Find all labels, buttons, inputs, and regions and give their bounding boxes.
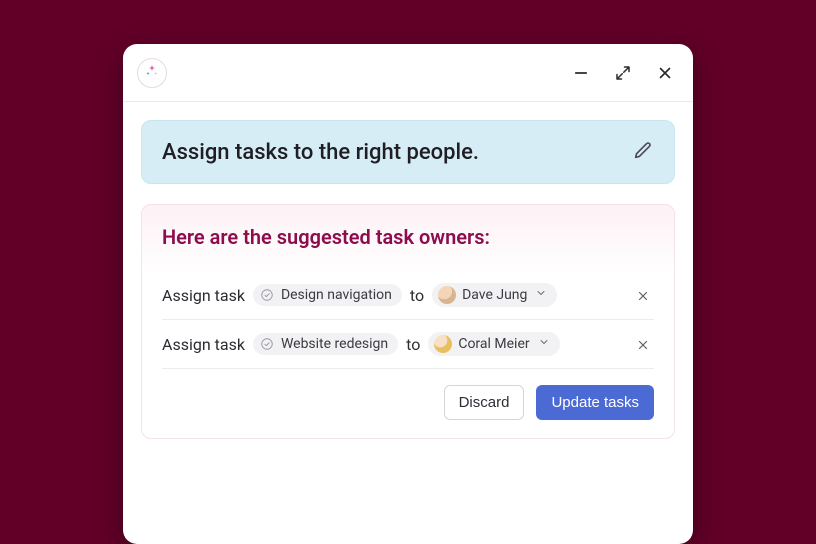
minimize-icon <box>572 64 590 82</box>
avatar <box>438 286 456 304</box>
window-controls <box>571 63 675 83</box>
edit-prompt-button[interactable] <box>632 139 654 165</box>
prompt-card: Assign tasks to the right people. <box>141 120 675 184</box>
assignee-name: Dave Jung <box>462 287 527 303</box>
titlebar <box>123 44 693 102</box>
assignee-name: Coral Meier <box>458 336 529 352</box>
assign-prefix-label: Assign task <box>162 335 245 354</box>
assignee-chip[interactable]: Dave Jung <box>432 283 557 307</box>
remove-row-button[interactable] <box>634 287 652 305</box>
app-logo <box>137 58 167 88</box>
prompt-text: Assign tasks to the right people. <box>162 140 479 165</box>
result-card: Here are the suggested task owners: Assi… <box>141 204 675 439</box>
pencil-icon <box>632 139 654 161</box>
minimize-button[interactable] <box>571 63 591 83</box>
task-name: Design navigation <box>281 287 392 303</box>
assign-prefix-label: Assign task <box>162 286 245 305</box>
chevron-down-icon <box>538 336 550 352</box>
expand-icon <box>614 64 632 82</box>
close-button[interactable] <box>655 63 675 83</box>
to-label: to <box>410 286 424 305</box>
x-icon <box>636 289 650 303</box>
close-icon <box>656 64 674 82</box>
task-chip[interactable]: Website redesign <box>253 333 398 355</box>
sparkle-icon <box>144 63 160 83</box>
action-bar: Discard Update tasks <box>162 385 654 420</box>
task-chip[interactable]: Design navigation <box>253 284 402 306</box>
assignment-row: Assign task Website redesign to Coral Me… <box>162 320 654 369</box>
update-tasks-button[interactable]: Update tasks <box>536 385 654 420</box>
to-label: to <box>406 335 420 354</box>
result-heading: Here are the suggested task owners: <box>162 225 654 249</box>
avatar <box>434 335 452 353</box>
x-icon <box>636 338 650 352</box>
dialog-content: Assign tasks to the right people. Here a… <box>123 102 693 461</box>
task-name: Website redesign <box>281 336 388 352</box>
dialog-window: Assign tasks to the right people. Here a… <box>123 44 693 544</box>
expand-button[interactable] <box>613 63 633 83</box>
chevron-down-icon <box>535 287 547 303</box>
remove-row-button[interactable] <box>634 336 652 354</box>
discard-button[interactable]: Discard <box>444 385 525 420</box>
assignee-chip[interactable]: Coral Meier <box>428 332 559 356</box>
assignment-row: Assign task Design navigation to Dave Ju… <box>162 271 654 320</box>
check-circle-icon <box>259 287 275 303</box>
check-circle-icon <box>259 336 275 352</box>
